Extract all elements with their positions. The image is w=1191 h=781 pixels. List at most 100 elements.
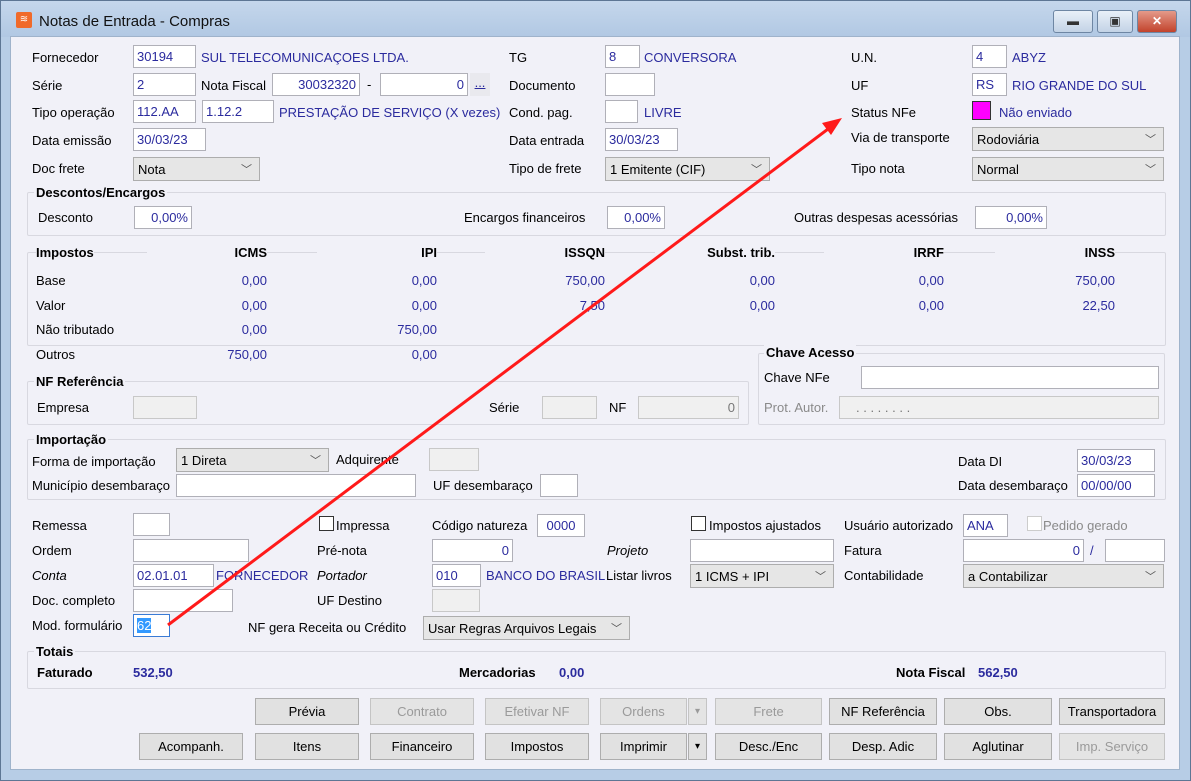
via-transporte-select[interactable]: Rodoviária ﹀ bbox=[972, 127, 1164, 151]
impostos-ajustados-checkbox[interactable] bbox=[691, 516, 706, 531]
ordem-input[interactable] bbox=[133, 539, 249, 562]
tipo-nota-label: Tipo nota bbox=[851, 161, 905, 176]
cfop-input[interactable]: 1.12.2 bbox=[202, 100, 274, 123]
imp-servico-button[interactable]: Imp. Serviço bbox=[1059, 733, 1165, 760]
via-transporte-value: Rodoviária bbox=[977, 132, 1040, 147]
usuario-autorizado-input[interactable]: ANA bbox=[963, 514, 1008, 537]
serie-input[interactable]: 2 bbox=[133, 73, 196, 96]
nota-fiscal-total-label: Nota Fiscal bbox=[896, 665, 966, 680]
tax-column-header: Subst. trib. bbox=[655, 245, 775, 260]
documento-input[interactable] bbox=[605, 73, 655, 96]
forma-importacao-select[interactable]: 1 Direta ﹀ bbox=[176, 448, 329, 472]
projeto-input[interactable] bbox=[690, 539, 834, 562]
data-emissao-label: Data emissão bbox=[32, 133, 112, 148]
frete-button[interactable]: Frete bbox=[715, 698, 822, 725]
imprimir-dropdown-icon[interactable]: ▾ bbox=[688, 733, 707, 760]
doc-frete-select[interactable]: Nota ﹀ bbox=[133, 157, 260, 181]
previa-button[interactable]: Prévia bbox=[255, 698, 359, 725]
tg-input[interactable]: 8 bbox=[605, 45, 640, 68]
tax-value: 22,50 bbox=[1082, 298, 1115, 313]
pedido-gerado-label: Pedido gerado bbox=[1043, 518, 1128, 533]
tax-row-label: Base bbox=[36, 273, 66, 288]
remessa-input[interactable] bbox=[133, 513, 170, 536]
chevron-down-icon: ﹀ bbox=[310, 455, 321, 467]
conta-input[interactable]: 02.01.01 bbox=[133, 564, 214, 587]
fatura-parcela-input[interactable] bbox=[1105, 539, 1165, 562]
mod-formulario-input[interactable]: 62 bbox=[133, 614, 170, 637]
doc-completo-input[interactable] bbox=[133, 589, 233, 612]
nf-referencia-title: NF Referência bbox=[34, 374, 126, 389]
fatura-input[interactable]: 0 bbox=[963, 539, 1084, 562]
chave-nfe-input[interactable] bbox=[861, 366, 1159, 389]
nf-referencia-button[interactable]: NF Referência bbox=[829, 698, 937, 725]
acompanhamento-button[interactable]: Acompanh. bbox=[139, 733, 243, 760]
uf-desembaraco-input[interactable] bbox=[540, 474, 578, 497]
tax-value: 0,00 bbox=[411, 273, 437, 288]
nf-gera-label: NF gera Receita ou Crédito bbox=[248, 620, 407, 635]
pre-nota-label: Pré-nota bbox=[317, 543, 367, 558]
tax-column-header: ISSQN bbox=[485, 245, 605, 260]
contabilidade-label: Contabilidade bbox=[844, 568, 924, 583]
chave-nfe-label: Chave NFe bbox=[764, 370, 830, 385]
desconto-input[interactable]: 0,00% bbox=[134, 206, 192, 229]
listar-livros-select[interactable]: 1 ICMS + IPI ﹀ bbox=[690, 564, 834, 588]
un-input[interactable]: 4 bbox=[972, 45, 1007, 68]
impressa-checkbox[interactable] bbox=[319, 516, 334, 531]
impostos-ajustados-label: Impostos ajustados bbox=[709, 518, 822, 533]
data-emissao-input[interactable]: 30/03/23 bbox=[133, 128, 206, 151]
prot-autor-label: Prot. Autor. bbox=[764, 400, 829, 415]
codigo-natureza-input[interactable]: 0000 bbox=[537, 514, 585, 537]
tax-value: 0,00 bbox=[918, 273, 944, 288]
data-di-input[interactable]: 30/03/23 bbox=[1077, 449, 1155, 472]
financeiro-button[interactable]: Financeiro bbox=[370, 733, 474, 760]
municipio-input[interactable] bbox=[176, 474, 416, 497]
conta-name: FORNECEDOR bbox=[216, 568, 309, 583]
uf-destino-label: UF Destino bbox=[317, 593, 383, 608]
cond-pag-input[interactable] bbox=[605, 100, 638, 123]
desp-adic-button[interactable]: Desp. Adic bbox=[829, 733, 937, 760]
portador-input[interactable]: 010 bbox=[432, 564, 481, 587]
tipo-frete-select[interactable]: 1 Emitente (CIF) ﹀ bbox=[605, 157, 770, 181]
contabilidade-select[interactable]: a Contabilizar ﹀ bbox=[963, 564, 1164, 588]
uf-destino-input bbox=[432, 589, 480, 612]
tax-value: 0,00 bbox=[749, 298, 775, 313]
imprimir-button[interactable]: Imprimir bbox=[600, 733, 687, 760]
contrato-button[interactable]: Contrato bbox=[370, 698, 474, 725]
contabilidade-value: a Contabilizar bbox=[968, 569, 1048, 584]
encargos-input[interactable]: 0,00% bbox=[607, 206, 665, 229]
tipo-operacao-input[interactable]: 112.AA bbox=[133, 100, 196, 123]
via-transporte-label: Via de transporte bbox=[851, 130, 950, 145]
tipo-nota-select[interactable]: Normal ﹀ bbox=[972, 157, 1164, 181]
fornecedor-code-input[interactable]: 30194 bbox=[133, 45, 196, 68]
faturado-value: 532,50 bbox=[133, 665, 173, 680]
nf-ref-serie-input bbox=[542, 396, 597, 419]
chevron-down-icon: ﹀ bbox=[815, 571, 826, 583]
itens-button[interactable]: Itens bbox=[255, 733, 359, 760]
nota-fiscal-total-value: 562,50 bbox=[978, 665, 1018, 680]
transportadora-button[interactable]: Transportadora bbox=[1059, 698, 1165, 725]
ordens-button[interactable]: Ordens bbox=[600, 698, 687, 725]
aglutinar-button[interactable]: Aglutinar bbox=[944, 733, 1052, 760]
data-entrada-input[interactable]: 30/03/23 bbox=[605, 128, 678, 151]
efetivar-nf-button[interactable]: Efetivar NF bbox=[485, 698, 589, 725]
nota-fiscal-sub-input[interactable]: 0 bbox=[380, 73, 468, 96]
data-desembaraco-input[interactable]: 00/00/00 bbox=[1077, 474, 1155, 497]
nota-fiscal-dash: - bbox=[367, 77, 372, 92]
portador-label: Portador bbox=[317, 568, 367, 583]
impostos-button[interactable]: Impostos bbox=[485, 733, 589, 760]
obs-button[interactable]: Obs. bbox=[944, 698, 1052, 725]
codigo-natureza-label: Código natureza bbox=[432, 518, 528, 533]
desc-enc-button[interactable]: Desc./Enc bbox=[715, 733, 822, 760]
pre-nota-input[interactable]: 0 bbox=[432, 539, 513, 562]
tax-column-header: IPI bbox=[317, 245, 437, 260]
tipo-frete-label: Tipo de frete bbox=[509, 161, 582, 176]
empresa-input bbox=[133, 396, 197, 419]
outras-despesas-input[interactable]: 0,00% bbox=[975, 206, 1047, 229]
tax-value: 750,00 bbox=[565, 273, 605, 288]
nota-fiscal-input[interactable]: 30032320 bbox=[272, 73, 360, 96]
nota-fiscal-lookup-button[interactable]: ... bbox=[470, 73, 490, 96]
adquirente-label: Adquirente bbox=[336, 452, 399, 467]
nf-gera-select[interactable]: Usar Regras Arquivos Legais ﹀ bbox=[423, 616, 630, 640]
uf-input[interactable]: RS bbox=[972, 73, 1007, 96]
ordens-dropdown-icon[interactable]: ▾ bbox=[688, 698, 707, 725]
